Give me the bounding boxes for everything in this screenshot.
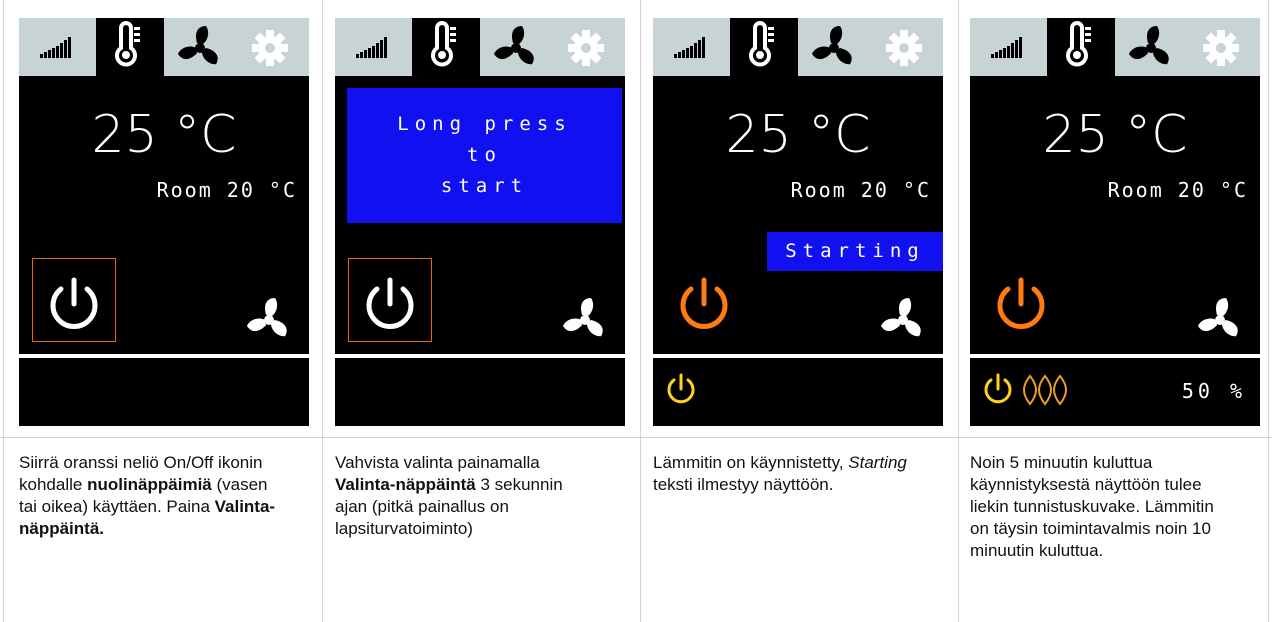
room-temperature: Room 20 °C xyxy=(156,178,297,202)
fan-tab-icon[interactable] xyxy=(480,18,548,76)
settings-gear-icon[interactable] xyxy=(866,18,943,76)
caption-step-2: Vahvista valinta painamalla Valinta-näpp… xyxy=(335,452,595,540)
tab-bar xyxy=(335,18,625,76)
tab-bar xyxy=(19,18,309,76)
caption-text: Vahvista valinta painamalla xyxy=(335,453,540,472)
standby-power-icon xyxy=(667,373,695,404)
power-percent: 50 % xyxy=(1181,379,1246,403)
long-press-message: Long press to start xyxy=(347,88,622,223)
fan-icon[interactable] xyxy=(881,296,929,344)
power-button-icon[interactable] xyxy=(671,270,737,336)
thermometer-icon xyxy=(1066,21,1093,67)
power-button-icon[interactable] xyxy=(41,270,107,336)
fan-tab-icon[interactable] xyxy=(1115,18,1183,76)
power-button-icon[interactable] xyxy=(357,270,423,336)
settings-gear-icon[interactable] xyxy=(1183,18,1260,76)
tab-bar xyxy=(653,18,943,76)
starting-status: Starting xyxy=(767,232,943,271)
room-temperature: Room 20 °C xyxy=(1107,178,1248,202)
caption-text: teksti ilmestyy näyttöön. xyxy=(653,475,834,494)
message-line: to xyxy=(467,144,502,166)
message-line: Long press xyxy=(397,113,572,135)
settings-gear-icon[interactable] xyxy=(232,18,309,76)
fan-tab-icon[interactable] xyxy=(798,18,866,76)
fan-icon[interactable] xyxy=(563,296,611,344)
separator xyxy=(653,354,943,358)
thermometer-icon xyxy=(431,21,458,67)
signal-strength-icon xyxy=(674,37,705,58)
display-panel-2: Long press to start xyxy=(335,18,625,426)
thermometer-icon xyxy=(115,21,142,67)
caption-step-1: Siirrä oranssi neliö On/Off ikonin kohda… xyxy=(19,452,279,540)
separator xyxy=(335,354,625,358)
display-panel-3: 25 °C Room 20 °C Starting xyxy=(653,18,943,426)
display-panel-4: 25 °C Room 20 °C 50 % xyxy=(970,18,1260,426)
set-temperature: 25 °C xyxy=(1042,105,1188,165)
message-line: start xyxy=(440,175,529,197)
room-temperature: Room 20 °C xyxy=(790,178,931,202)
display-panel-1: 25 °C Room 20 °C xyxy=(19,18,309,426)
caption-text: Noin 5 minuutin kuluttua käynnistyksestä… xyxy=(970,453,1214,560)
caption-step-3: Lämmitin on käynnistetty, Starting tekst… xyxy=(653,452,913,496)
standby-power-icon xyxy=(984,373,1012,404)
caption-text: Lämmitin on käynnistetty, xyxy=(653,453,849,472)
signal-strength-icon xyxy=(40,37,71,58)
flame-detection-icon xyxy=(1023,374,1067,406)
separator xyxy=(19,354,309,358)
caption-bold: Valinta-näppäintä xyxy=(335,475,476,494)
thermometer-icon xyxy=(749,21,776,67)
caption-step-4: Noin 5 minuutin kuluttua käynnistyksestä… xyxy=(970,452,1230,562)
fan-icon[interactable] xyxy=(1198,296,1246,344)
power-button-icon[interactable] xyxy=(988,270,1054,336)
set-temperature: 25 °C xyxy=(725,105,871,165)
set-temperature: 25 °C xyxy=(91,105,237,165)
signal-strength-icon xyxy=(991,37,1022,58)
signal-strength-icon xyxy=(356,37,387,58)
caption-italic: Starting xyxy=(848,453,907,472)
tab-bar xyxy=(970,18,1260,76)
settings-gear-icon[interactable] xyxy=(548,18,625,76)
separator xyxy=(970,354,1260,358)
fan-icon[interactable] xyxy=(247,296,295,344)
caption-bold: nuolinäppäimiä xyxy=(87,475,212,494)
fan-tab-icon[interactable] xyxy=(164,18,232,76)
